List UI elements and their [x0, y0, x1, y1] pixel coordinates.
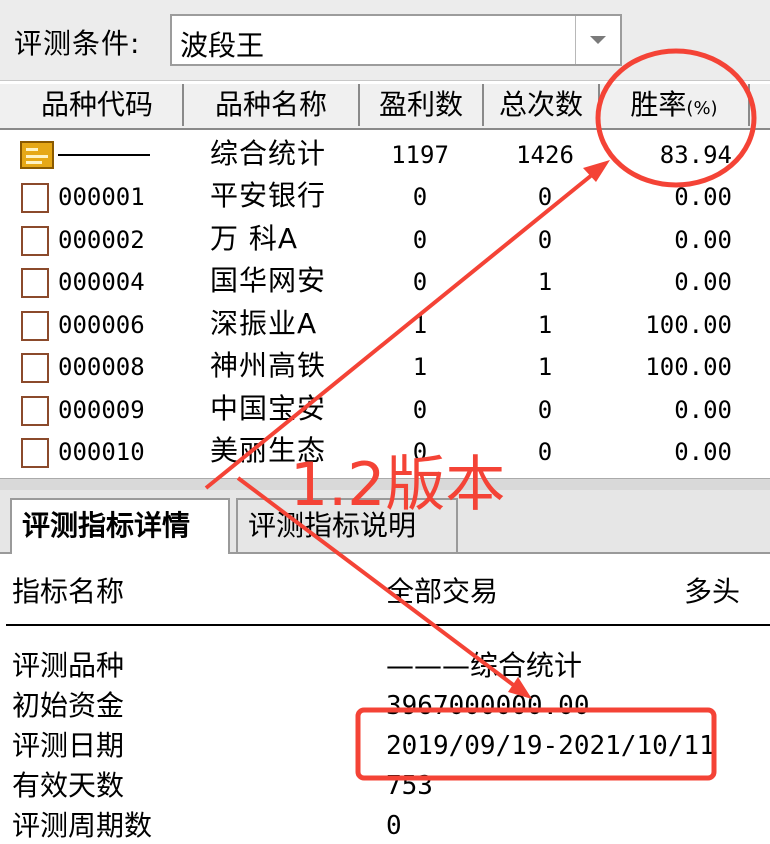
row-code: 000001	[58, 183, 145, 211]
table-header: 品种代码 品种名称 盈利数 总次数 胜率(%)	[0, 84, 770, 130]
column-header-code[interactable]: 品种代码	[12, 84, 184, 126]
condition-label: 评测条件:	[14, 27, 141, 60]
detail-label: 评测周期数	[12, 809, 153, 842]
document-icon	[21, 268, 49, 298]
row-code: 000002	[58, 225, 145, 254]
row-total: 0	[537, 438, 553, 466]
detail-header-all-trades: 全部交易	[386, 575, 499, 608]
row-name: 综合统计	[210, 137, 327, 170]
row-code: 000010	[58, 438, 145, 466]
table-row-summary[interactable]: 综合统计 1197 1426 83.94	[0, 134, 770, 176]
dropdown-button[interactable]	[575, 16, 620, 64]
row-total: 1	[537, 268, 553, 296]
row-profit: 0	[412, 395, 428, 424]
document-icon	[21, 183, 49, 213]
detail-label: 评测日期	[12, 729, 125, 762]
document-icon	[21, 395, 49, 426]
column-header-win-rate[interactable]: 胜率(%)	[600, 84, 750, 126]
row-profit: 0	[412, 225, 428, 254]
version-annotation: 1.2版本	[290, 450, 506, 520]
table-row[interactable]: 000001 平安银行 0 0 0.00	[0, 176, 770, 218]
table-row[interactable]: 000004 国华网安 0 1 0.00	[0, 261, 770, 303]
row-code: 000004	[58, 268, 145, 296]
detail-label: 初始资金	[12, 689, 125, 722]
detail-header-indicator: 指标名称	[12, 575, 125, 608]
detail-value: 0	[386, 811, 402, 841]
row-name: 平安银行	[210, 179, 327, 212]
win-rate-unit: (%)	[686, 98, 718, 119]
row-code: 000009	[58, 395, 145, 424]
chevron-down-icon	[590, 36, 606, 44]
detail-value: 753	[386, 771, 433, 801]
column-header-total[interactable]: 总次数	[484, 84, 600, 126]
row-name: 中国宝安	[210, 391, 327, 425]
column-header-name[interactable]: 品种名称	[184, 84, 360, 126]
folder-icon	[20, 141, 54, 169]
detail-value: 3967000000.00	[386, 691, 590, 721]
row-profit: 0	[412, 268, 428, 296]
row-name: 神州高铁	[210, 349, 327, 382]
summary-dash	[58, 154, 150, 156]
detail-label: 评测品种	[12, 649, 125, 682]
detail-value: 2019/09/19-2021/10/11	[386, 731, 715, 761]
table-row[interactable]: 000009 中国宝安 0 0 0.00	[0, 389, 770, 431]
row-name: 万 科A	[210, 221, 299, 255]
row-total: 0	[537, 395, 553, 424]
detail-label: 有效天数	[12, 769, 125, 802]
tab-indicator-details[interactable]: 评测指标详情	[10, 498, 230, 554]
row-profit: 0	[412, 183, 428, 211]
detail-divider	[6, 624, 770, 626]
row-win-rate: 100.00	[645, 310, 732, 339]
row-profit: 1197	[391, 141, 449, 169]
column-header-profit[interactable]: 盈利数	[360, 84, 484, 126]
detail-value: ———综合统计	[386, 649, 583, 682]
document-icon	[21, 438, 49, 468]
condition-bar: 评测条件: 波段王	[0, 0, 770, 81]
row-total: 1	[537, 353, 553, 381]
table-row[interactable]: 000008 神州高铁 1 1 100.00	[0, 346, 770, 388]
row-win-rate: 0.00	[674, 395, 732, 424]
table-row[interactable]: 000006 深振业A 1 1 100.00	[0, 304, 770, 346]
condition-select-value: 波段王	[180, 29, 265, 62]
detail-panel: 指标名称 全部交易 多头 评测品种 ———综合统计初始资金 3967000000.0…	[0, 554, 770, 842]
row-total: 1	[537, 310, 553, 339]
row-profit: 1	[412, 310, 428, 339]
row-name: 国华网安	[210, 264, 327, 297]
row-total: 0	[537, 183, 553, 211]
document-icon	[21, 353, 49, 383]
row-win-rate: 0.00	[674, 183, 732, 211]
row-win-rate: 100.00	[645, 353, 732, 381]
row-name: 深振业A	[210, 306, 318, 340]
row-win-rate: 0.00	[674, 438, 732, 466]
document-icon	[21, 310, 49, 341]
row-total: 0	[537, 225, 553, 254]
condition-select[interactable]: 波段王	[170, 14, 622, 66]
document-icon	[21, 225, 49, 256]
row-win-rate: 0.00	[674, 225, 732, 254]
row-total: 1426	[516, 141, 574, 169]
row-win-rate: 0.00	[674, 268, 732, 296]
detail-header-long: 多头	[684, 575, 741, 608]
table-row[interactable]: 000002 万 科A 0 0 0.00	[0, 219, 770, 261]
row-win-rate: 83.94	[659, 141, 732, 169]
row-code: 000006	[58, 310, 145, 339]
win-rate-label: 胜率	[630, 88, 687, 121]
row-profit: 1	[412, 353, 428, 381]
row-code: 000008	[58, 353, 145, 381]
